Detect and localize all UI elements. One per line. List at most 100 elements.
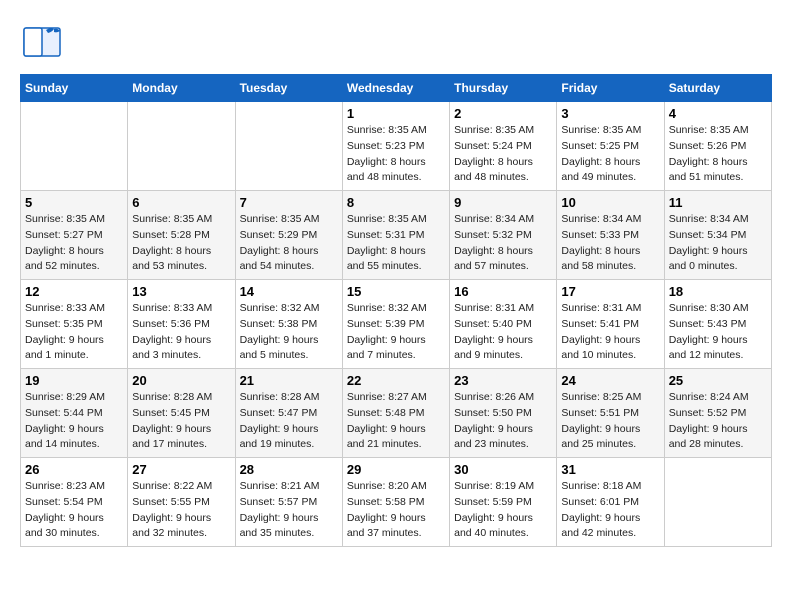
day-number: 31	[561, 462, 659, 477]
calendar-cell: 30Sunrise: 8:19 AMSunset: 5:59 PMDayligh…	[450, 458, 557, 547]
day-info: Sunrise: 8:33 AMSunset: 5:35 PMDaylight:…	[25, 301, 123, 364]
calendar-cell	[235, 102, 342, 191]
calendar-cell: 23 Sunrise: 8:26 AMSunset: 5:50 PMDayligh…	[450, 369, 557, 458]
day-number: 19	[25, 373, 123, 388]
calendar-table: SundayMondayTuesdayWednesdayThursdayFrid…	[20, 74, 772, 547]
calendar-cell: 29 Sunrise: 8:20 AMSunset: 5:58 PMDayligh…	[342, 458, 449, 547]
day-info: Sunrise: 8:19 AMSunset: 5:59 PMDaylight:…	[454, 479, 552, 542]
day-info: Sunrise: 8:31 AMSunset: 5:41 PMDaylight:…	[561, 301, 659, 364]
day-number: 17	[561, 284, 659, 299]
weekday-header-tuesday: Tuesday	[235, 75, 342, 102]
day-number: 16	[454, 284, 552, 299]
weekday-header-row: SundayMondayTuesdayWednesdayThursdayFrid…	[21, 75, 772, 102]
day-number: 5	[25, 195, 123, 210]
day-info: Sunrise: 8:34 AMSunset: 5:34 PMDaylight:…	[669, 212, 767, 275]
day-number: 23	[454, 373, 552, 388]
day-info: Sunrise: 8:34 AMSunset: 5:33 PMDaylight:…	[561, 212, 659, 275]
weekday-header-saturday: Saturday	[664, 75, 771, 102]
day-number: 21	[240, 373, 338, 388]
day-info: Sunrise: 8:35 AMSunset: 5:29 PMDaylight:…	[240, 212, 338, 275]
calendar-cell: 7 Sunrise: 8:35 AMSunset: 5:29 PMDaylight…	[235, 191, 342, 280]
day-number: 15	[347, 284, 445, 299]
logo-icon	[20, 20, 64, 64]
calendar-cell: 9Sunrise: 8:34 AMSunset: 5:32 PMDaylight…	[450, 191, 557, 280]
day-number: 6	[132, 195, 230, 210]
page-header	[20, 20, 772, 64]
day-info: Sunrise: 8:35 AMSunset: 5:23 PMDaylight:…	[347, 123, 445, 186]
calendar-cell	[128, 102, 235, 191]
calendar-cell: 4 Sunrise: 8:35 AMSunset: 5:26 PMDaylight…	[664, 102, 771, 191]
day-number: 29	[347, 462, 445, 477]
logo	[20, 20, 68, 64]
day-info: Sunrise: 8:21 AMSunset: 5:57 PMDaylight:…	[240, 479, 338, 542]
day-number: 4	[669, 106, 767, 121]
day-number: 12	[25, 284, 123, 299]
calendar-cell: 27 Sunrise: 8:22 AMSunset: 5:55 PMDayligh…	[128, 458, 235, 547]
weekday-header-thursday: Thursday	[450, 75, 557, 102]
calendar-body: 1 Sunrise: 8:35 AMSunset: 5:23 PMDaylight…	[21, 102, 772, 547]
day-number: 13	[132, 284, 230, 299]
calendar-cell: 6Sunrise: 8:35 AMSunset: 5:28 PMDaylight…	[128, 191, 235, 280]
calendar-cell: 11 Sunrise: 8:34 AMSunset: 5:34 PMDayligh…	[664, 191, 771, 280]
calendar-cell: 17 Sunrise: 8:31 AMSunset: 5:41 PMDayligh…	[557, 280, 664, 369]
calendar-cell: 14 Sunrise: 8:32 AMSunset: 5:38 PMDayligh…	[235, 280, 342, 369]
day-number: 28	[240, 462, 338, 477]
calendar-week-2: 5 Sunrise: 8:35 AMSunset: 5:27 PMDaylight…	[21, 191, 772, 280]
calendar-cell: 8 Sunrise: 8:35 AMSunset: 5:31 PMDaylight…	[342, 191, 449, 280]
day-info: Sunrise: 8:30 AMSunset: 5:43 PMDaylight:…	[669, 301, 767, 364]
weekday-header-wednesday: Wednesday	[342, 75, 449, 102]
calendar-week-3: 12 Sunrise: 8:33 AMSunset: 5:35 PMDayligh…	[21, 280, 772, 369]
calendar-cell: 12 Sunrise: 8:33 AMSunset: 5:35 PMDayligh…	[21, 280, 128, 369]
calendar-cell: 2 Sunrise: 8:35 AMSunset: 5:24 PMDaylight…	[450, 102, 557, 191]
day-info: Sunrise: 8:26 AMSunset: 5:50 PMDaylight:…	[454, 390, 552, 453]
calendar-header: SundayMondayTuesdayWednesdayThursdayFrid…	[21, 75, 772, 102]
calendar-cell: 20Sunrise: 8:28 AMSunset: 5:45 PMDayligh…	[128, 369, 235, 458]
weekday-header-friday: Friday	[557, 75, 664, 102]
day-number: 3	[561, 106, 659, 121]
day-info: Sunrise: 8:27 AMSunset: 5:48 PMDaylight:…	[347, 390, 445, 453]
calendar-cell: 22Sunrise: 8:27 AMSunset: 5:48 PMDayligh…	[342, 369, 449, 458]
day-info: Sunrise: 8:32 AMSunset: 5:38 PMDaylight:…	[240, 301, 338, 364]
day-number: 8	[347, 195, 445, 210]
day-info: Sunrise: 8:23 AMSunset: 5:54 PMDaylight:…	[25, 479, 123, 542]
day-number: 7	[240, 195, 338, 210]
weekday-header-sunday: Sunday	[21, 75, 128, 102]
day-number: 27	[132, 462, 230, 477]
day-number: 24	[561, 373, 659, 388]
day-number: 25	[669, 373, 767, 388]
calendar-cell: 25 Sunrise: 8:24 AMSunset: 5:52 PMDayligh…	[664, 369, 771, 458]
day-number: 2	[454, 106, 552, 121]
day-info: Sunrise: 8:28 AMSunset: 5:47 PMDaylight:…	[240, 390, 338, 453]
weekday-header-monday: Monday	[128, 75, 235, 102]
day-info: Sunrise: 8:31 AMSunset: 5:40 PMDaylight:…	[454, 301, 552, 364]
day-info: Sunrise: 8:20 AMSunset: 5:58 PMDaylight:…	[347, 479, 445, 542]
day-info: Sunrise: 8:28 AMSunset: 5:45 PMDaylight:…	[132, 390, 230, 453]
day-info: Sunrise: 8:34 AMSunset: 5:32 PMDaylight:…	[454, 212, 552, 275]
day-info: Sunrise: 8:24 AMSunset: 5:52 PMDaylight:…	[669, 390, 767, 453]
calendar-cell: 18 Sunrise: 8:30 AMSunset: 5:43 PMDayligh…	[664, 280, 771, 369]
day-number: 26	[25, 462, 123, 477]
day-info: Sunrise: 8:32 AMSunset: 5:39 PMDaylight:…	[347, 301, 445, 364]
calendar-cell: 3Sunrise: 8:35 AMSunset: 5:25 PMDaylight…	[557, 102, 664, 191]
day-info: Sunrise: 8:35 AMSunset: 5:26 PMDaylight:…	[669, 123, 767, 186]
day-info: Sunrise: 8:18 AMSunset: 6:01 PMDaylight:…	[561, 479, 659, 542]
calendar-cell: 28 Sunrise: 8:21 AMSunset: 5:57 PMDayligh…	[235, 458, 342, 547]
day-info: Sunrise: 8:22 AMSunset: 5:55 PMDaylight:…	[132, 479, 230, 542]
calendar-cell: 5 Sunrise: 8:35 AMSunset: 5:27 PMDaylight…	[21, 191, 128, 280]
day-info: Sunrise: 8:35 AMSunset: 5:27 PMDaylight:…	[25, 212, 123, 275]
calendar-cell: 15 Sunrise: 8:32 AMSunset: 5:39 PMDayligh…	[342, 280, 449, 369]
day-number: 10	[561, 195, 659, 210]
day-info: Sunrise: 8:35 AMSunset: 5:24 PMDaylight:…	[454, 123, 552, 186]
day-number: 18	[669, 284, 767, 299]
calendar-cell: 24 Sunrise: 8:25 AMSunset: 5:51 PMDayligh…	[557, 369, 664, 458]
day-info: Sunrise: 8:25 AMSunset: 5:51 PMDaylight:…	[561, 390, 659, 453]
day-number: 11	[669, 195, 767, 210]
calendar-week-1: 1 Sunrise: 8:35 AMSunset: 5:23 PMDaylight…	[21, 102, 772, 191]
day-info: Sunrise: 8:29 AMSunset: 5:44 PMDaylight:…	[25, 390, 123, 453]
day-info: Sunrise: 8:35 AMSunset: 5:31 PMDaylight:…	[347, 212, 445, 275]
calendar-cell: 10 Sunrise: 8:34 AMSunset: 5:33 PMDayligh…	[557, 191, 664, 280]
day-number: 14	[240, 284, 338, 299]
day-number: 1	[347, 106, 445, 121]
calendar-cell: 26 Sunrise: 8:23 AMSunset: 5:54 PMDayligh…	[21, 458, 128, 547]
calendar-cell: 19 Sunrise: 8:29 AMSunset: 5:44 PMDayligh…	[21, 369, 128, 458]
